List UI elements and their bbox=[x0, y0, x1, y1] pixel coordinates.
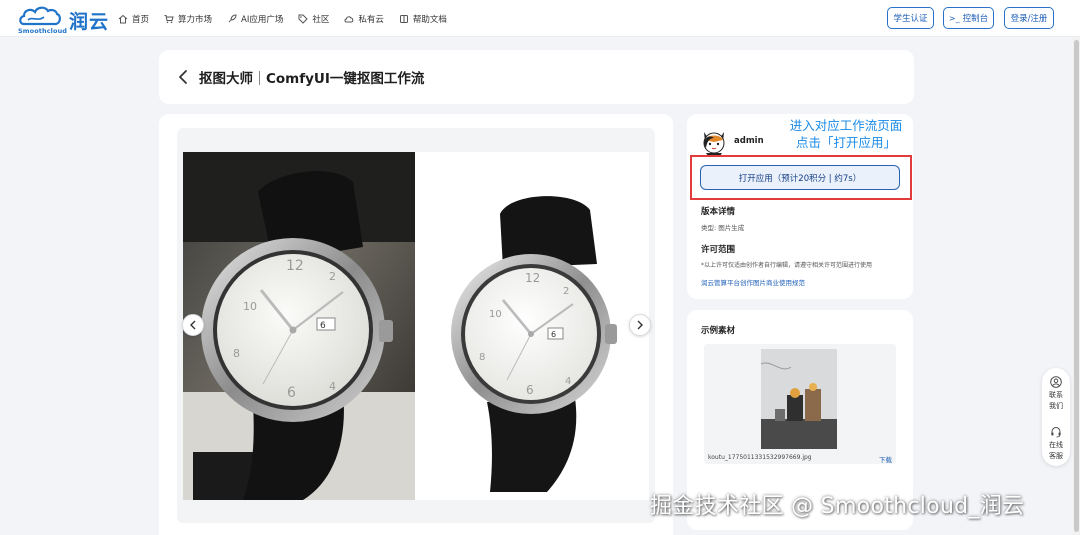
svg-text:6: 6 bbox=[320, 321, 326, 331]
logo[interactable]: Smoothcloud 润云 bbox=[18, 4, 110, 35]
tag-icon bbox=[298, 14, 309, 24]
terminal-icon: >_ bbox=[948, 13, 960, 23]
page-title-workflow: ComfyUI一键抠图工作流 bbox=[266, 71, 425, 87]
svg-text:6: 6 bbox=[551, 330, 556, 339]
contact-label-2: 我们 bbox=[1049, 402, 1063, 410]
home-icon bbox=[118, 14, 128, 23]
page-title-app: 抠图大师 bbox=[199, 71, 253, 87]
sample-thumbnail-area bbox=[704, 344, 896, 464]
svg-text:6: 6 bbox=[287, 385, 296, 401]
page-scrollbar-thumb[interactable] bbox=[1074, 40, 1079, 532]
version-type: 类型: 图片生成 bbox=[701, 224, 745, 232]
top-navbar: Smoothcloud 润云 首页 算力市场 AI应用广场 社区 私有云 帮助文… bbox=[0, 0, 1080, 37]
rocket-icon bbox=[228, 13, 237, 22]
user-icon bbox=[1050, 376, 1062, 388]
license-policy-link[interactable]: 润云管算平台创作图片商业使用规范 bbox=[701, 277, 805, 287]
nav-item-label: AI应用广场 bbox=[241, 14, 284, 25]
student-auth-button[interactable]: 学生认证 bbox=[887, 7, 934, 29]
service-label-1: 在线 bbox=[1049, 441, 1063, 449]
nav-item-label: 社区 bbox=[312, 14, 330, 25]
annotation-line-2: 点击「打开应用」 bbox=[795, 135, 896, 150]
contact-label-1: 联系 bbox=[1049, 391, 1063, 399]
book-icon bbox=[399, 14, 408, 23]
image-carousel: 12 10 2 8 6 4 6 12 10 2 8 6 4 6 bbox=[177, 128, 655, 523]
nav-item-ai-apps[interactable]: AI应用广场 bbox=[227, 13, 283, 25]
svg-text:10: 10 bbox=[489, 309, 502, 320]
open-app-button[interactable]: 打开应用（预计20积分 | 约7s） bbox=[700, 165, 900, 190]
license-note: *以上许可仅适由创作者自行编辑，请遵守相关许可范围进行使用 bbox=[701, 262, 873, 269]
chevron-right-icon bbox=[637, 320, 643, 330]
sample-image[interactable] bbox=[761, 349, 837, 449]
samples-heading: 示例素材 bbox=[701, 326, 736, 336]
original-watch-photo: 12 10 2 8 6 4 6 bbox=[183, 152, 415, 500]
sample-download-link[interactable]: 下载 bbox=[879, 454, 892, 464]
svg-text:12: 12 bbox=[525, 271, 540, 285]
svg-text:8: 8 bbox=[233, 347, 240, 360]
svg-text:6: 6 bbox=[526, 383, 534, 397]
headset-icon bbox=[1051, 427, 1061, 438]
nav-item-home[interactable]: 首页 bbox=[118, 13, 149, 25]
console-label: 控制台 bbox=[962, 14, 989, 24]
chevron-left-icon bbox=[190, 320, 196, 330]
preview-card: 12 10 2 8 6 4 6 12 10 2 8 6 4 6 bbox=[159, 114, 673, 535]
nav-item-compute-market[interactable]: 算力市场 bbox=[164, 13, 212, 25]
avatar[interactable] bbox=[701, 126, 727, 156]
svg-text:12: 12 bbox=[286, 258, 304, 274]
page-title: 抠图大师 ComfyUI一键抠图工作流 bbox=[199, 67, 424, 87]
carousel-prev-button[interactable] bbox=[182, 314, 204, 336]
carousel-next-button[interactable] bbox=[629, 314, 651, 336]
title-divider bbox=[259, 71, 260, 85]
nav-item-community[interactable]: 社区 bbox=[298, 13, 329, 25]
logo-subtitle: Smoothcloud bbox=[18, 27, 68, 35]
license-heading: 许可范围 bbox=[701, 245, 736, 255]
cart-icon bbox=[164, 14, 174, 23]
main-nav: 首页 算力市场 AI应用广场 社区 私有云 帮助文档 bbox=[118, 0, 462, 37]
annotation-line-1: 进入对应工作流页面 bbox=[789, 118, 903, 133]
title-card: 抠图大师 ComfyUI一键抠图工作流 bbox=[159, 50, 914, 104]
nav-item-label: 算力市场 bbox=[178, 14, 213, 25]
cloud-icon bbox=[344, 15, 354, 22]
nav-item-help-docs[interactable]: 帮助文档 bbox=[399, 13, 447, 25]
brand-name: 润云 bbox=[69, 11, 110, 33]
service-label-2: 客服 bbox=[1049, 452, 1063, 460]
tutorial-annotation: 进入对应工作流页面 点击「打开应用」 bbox=[783, 117, 909, 151]
nav-item-label: 私有云 bbox=[358, 14, 384, 25]
version-heading: 版本详情 bbox=[701, 207, 736, 217]
svg-text:10: 10 bbox=[243, 300, 257, 313]
cloud-logo-icon bbox=[19, 6, 61, 26]
cutout-watch-photo: 12 10 2 8 6 4 6 bbox=[415, 152, 649, 500]
svg-text:8: 8 bbox=[479, 352, 485, 363]
floating-support-panel: 联系 我们 在线 客服 bbox=[1042, 368, 1070, 466]
author-name[interactable]: admin bbox=[734, 136, 764, 146]
nav-item-label: 首页 bbox=[132, 14, 150, 25]
svg-text:4: 4 bbox=[329, 380, 336, 393]
nav-item-label: 帮助文档 bbox=[412, 14, 447, 25]
svg-text:2: 2 bbox=[329, 270, 336, 283]
svg-text:4: 4 bbox=[565, 376, 571, 387]
svg-text:2: 2 bbox=[563, 286, 569, 297]
watermark: 掘金技术社区 @ Smoothcloud_润云 bbox=[650, 494, 1025, 519]
workflow-info-card: admin 进入对应工作流页面 点击「打开应用」 打开应用（预计20积分 | 约… bbox=[687, 114, 913, 299]
sample-filename: koutu_1775011331532997669.jpg bbox=[708, 454, 812, 461]
before-after-image: 12 10 2 8 6 4 6 12 10 2 8 6 4 6 bbox=[183, 152, 649, 500]
nav-item-private-cloud[interactable]: 私有云 bbox=[344, 13, 384, 25]
login-register-button[interactable]: 登录/注册 bbox=[1004, 7, 1054, 29]
contact-us-button[interactable]: 联系 我们 bbox=[1042, 376, 1070, 412]
online-service-button[interactable]: 在线 客服 bbox=[1042, 426, 1070, 462]
back-arrow-icon[interactable] bbox=[177, 69, 191, 85]
console-button[interactable]: >_ 控制台 bbox=[943, 7, 994, 29]
